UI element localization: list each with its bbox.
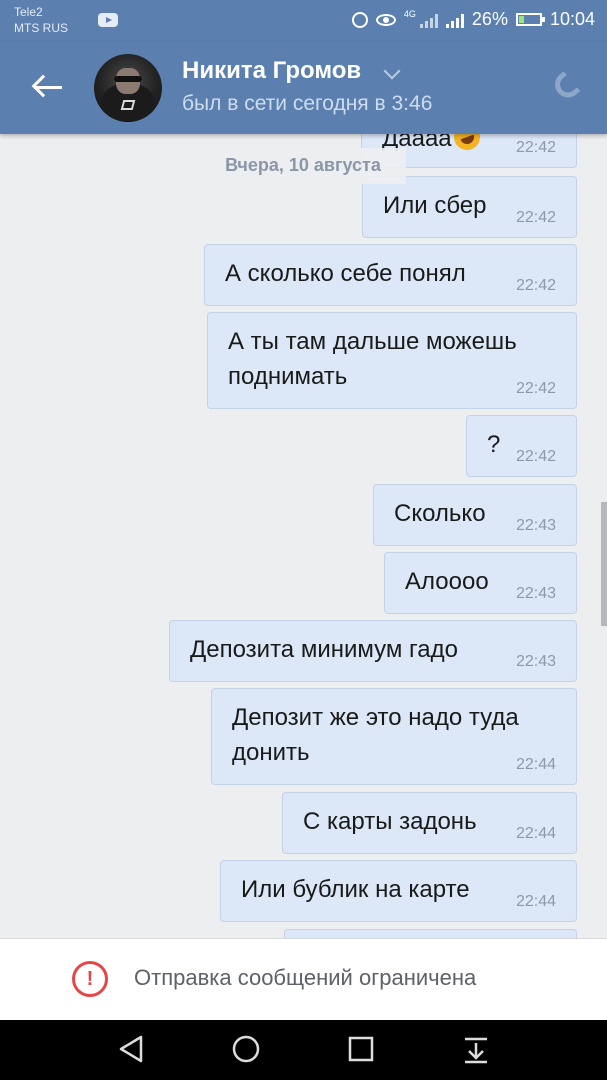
message-bubble-partial[interactable]: [284, 929, 577, 938]
rofl-emoji-icon: [449, 134, 484, 154]
message-bubble[interactable]: Алоооо 22:43: [384, 552, 577, 614]
message-time: 22:44: [515, 825, 556, 842]
network-type-label: 4G: [403, 8, 416, 19]
message-bubble[interactable]: А сколько себе понял 22:42: [204, 244, 577, 306]
phone-icon: [549, 71, 581, 103]
message-time: 22:43: [515, 517, 556, 534]
nav-notifications-button[interactable]: [461, 1034, 491, 1064]
message-text: ?: [487, 431, 501, 458]
battery-level-fill: [518, 16, 524, 23]
contact-name[interactable]: Никита Громов: [182, 57, 361, 85]
message-text: Сколько: [394, 500, 486, 527]
eye-comfort-icon: [375, 13, 396, 26]
message-text: Или бублик на карте: [241, 876, 470, 903]
nav-home-button[interactable]: [231, 1034, 261, 1064]
carrier-info: Tele2 MTS RUS: [14, 4, 68, 36]
message-time: 22:42: [515, 277, 556, 294]
status-bar: Tele2 MTS RUS 4G 26% 10:04: [0, 0, 607, 42]
signal-icon-1: [419, 12, 438, 28]
scrollbar-thumb[interactable]: [601, 502, 607, 626]
status-time: 10:04: [549, 9, 595, 29]
warning-icon: !: [72, 961, 108, 997]
message-bubble[interactable]: Или сбер 22:42: [362, 176, 577, 238]
youtube-notification-icon: [98, 13, 118, 27]
message-text: Или сбер: [383, 192, 487, 219]
back-button[interactable]: [22, 64, 72, 112]
message-time: 22:42: [515, 448, 556, 465]
message-bubble[interactable]: С карты задонь 22:44: [282, 792, 577, 854]
message-text-wrap: Депозит же это надо туда донить: [232, 700, 519, 770]
message-text: А сколько себе понял: [225, 260, 466, 287]
pull-down-icon: [465, 1037, 487, 1064]
message-time: 22:42: [515, 139, 556, 156]
message-bubble[interactable]: ? 22:42: [466, 415, 577, 477]
message-text: Депозита минимум гадо: [190, 636, 458, 663]
battery-icon: [515, 13, 545, 26]
message-text: Алоооо: [405, 568, 489, 595]
message-bubble[interactable]: Сколько 22:43: [373, 484, 577, 546]
call-button[interactable]: [549, 70, 584, 104]
message-time: 22:42: [515, 380, 556, 397]
circle-home-icon: [232, 1035, 260, 1063]
carrier-name-1: Tele2: [14, 5, 43, 19]
status-icons: 4G 26% 10:04: [351, 8, 595, 30]
message-bubble[interactable]: Или бублик на карте 22:44: [220, 860, 577, 922]
carrier-name-2: MTS RUS: [14, 21, 68, 35]
messaging-restricted-bar: ! Отправка сообщений ограничена: [0, 938, 607, 1021]
chat-header: Никита Громов был в сети сегодня в 3:46: [0, 42, 607, 134]
triangle-back-icon: [119, 1035, 143, 1063]
message-bubble[interactable]: А ты там дальше можешь поднимать 22:42: [207, 312, 577, 409]
contact-avatar[interactable]: [94, 54, 162, 122]
message-bubble[interactable]: Депозита минимум гадо 22:43: [169, 620, 577, 682]
message-list[interactable]: Даааа 22:42 Вчера, 10 августа Или сбер 2…: [0, 134, 607, 938]
message-text-wrap: А ты там дальше можешь поднимать: [228, 324, 517, 394]
date-separator: Вчера, 10 августа: [200, 148, 406, 184]
message-text-line-2: донить: [232, 739, 310, 766]
message-text-line-1: Депозит же это надо туда: [232, 704, 519, 731]
message-time: 22:44: [515, 893, 556, 910]
message-time: 22:44: [515, 756, 556, 773]
message-text: С карты задонь: [303, 808, 477, 835]
message-time: 22:43: [515, 653, 556, 670]
last-seen-status: был в сети сегодня в 3:46: [182, 92, 433, 115]
message-time: 22:43: [515, 585, 556, 602]
nav-back-button[interactable]: [117, 1034, 147, 1064]
square-recents-icon: [348, 1036, 374, 1062]
message-text-line-1: А ты там дальше можешь: [228, 328, 517, 355]
nav-recents-button[interactable]: [346, 1034, 376, 1064]
message-time: 22:42: [515, 209, 556, 226]
restricted-message: Отправка сообщений ограничена: [134, 965, 477, 990]
avatar-glasses: [114, 76, 142, 82]
message-bubble[interactable]: Депозит же это надо туда донить 22:44: [211, 688, 577, 785]
chevron-down-icon[interactable]: [383, 62, 401, 80]
message-text-line-2: поднимать: [228, 363, 348, 390]
signal-icon-2: [445, 12, 464, 28]
system-nav-bar: [0, 1020, 607, 1080]
battery-percent: 26%: [471, 9, 508, 29]
alarm-icon: [351, 11, 368, 28]
back-arrow-head: [31, 74, 55, 98]
